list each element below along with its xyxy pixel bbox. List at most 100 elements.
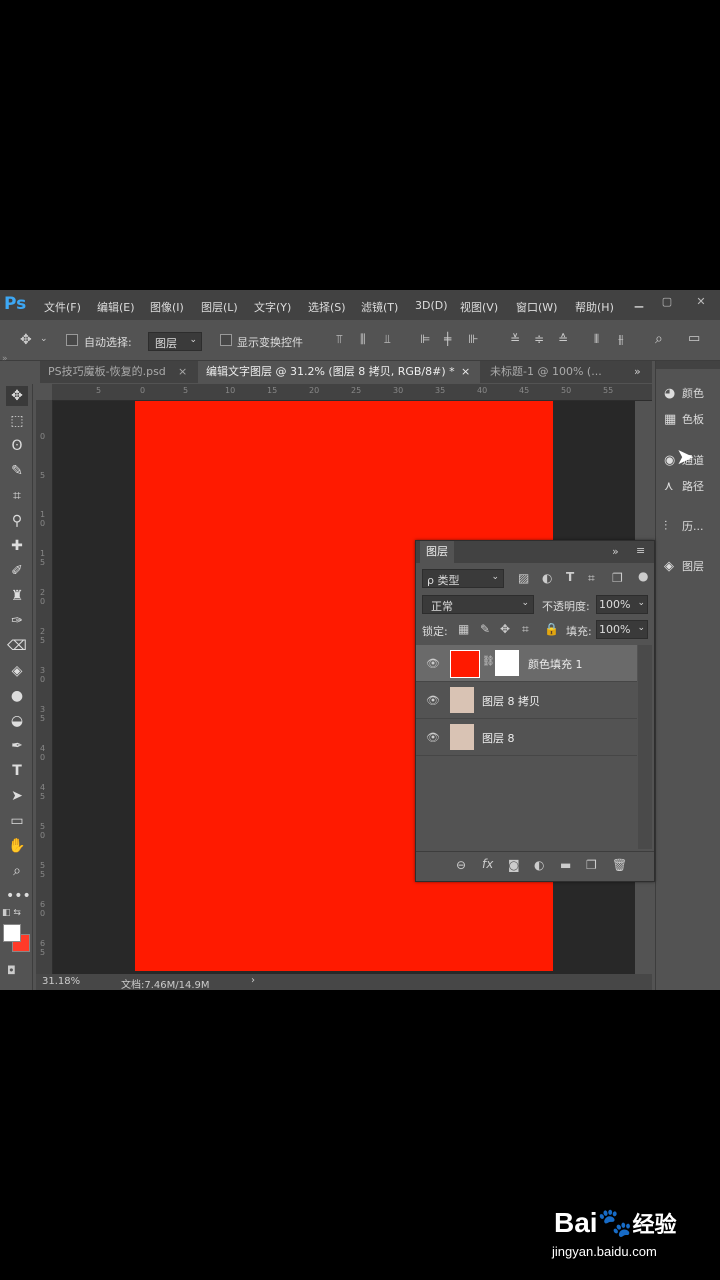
menu-view[interactable]: 视图(V) xyxy=(460,299,498,315)
align-vcenter-icon[interactable]: ⫼ xyxy=(360,332,366,347)
move-tool-icon[interactable]: ✥ xyxy=(6,386,28,406)
distribute-top-icon[interactable]: ≚ xyxy=(510,332,520,346)
link-layers-icon[interactable]: ⊖ xyxy=(456,858,466,872)
filter-shape-icon[interactable]: ⌗ xyxy=(588,571,595,586)
lasso-tool-icon[interactable]: ʘ xyxy=(6,436,28,456)
dodge-tool-icon[interactable]: ◒ xyxy=(6,711,28,731)
layer-mask-thumbnail[interactable] xyxy=(495,650,519,676)
eyedropper-tool-icon[interactable]: ⚲ xyxy=(6,511,28,531)
quick-select-tool-icon[interactable]: ✎ xyxy=(6,461,28,481)
default-colors-icon[interactable]: ◧ ⇆ xyxy=(2,908,21,918)
fill-field[interactable]: 100% ⌄ xyxy=(596,620,648,639)
path-select-tool-icon[interactable]: ➤ xyxy=(6,786,28,806)
dock-item-paths[interactable]: ⋏ 路径 xyxy=(664,478,704,494)
hand-tool-icon[interactable]: ✋ xyxy=(6,836,28,856)
layers-tab[interactable]: 图层 xyxy=(420,541,454,563)
layer-filter-dropdown[interactable]: ρ 类型 ⌄ xyxy=(422,569,504,588)
pen-tool-icon[interactable]: ✒ xyxy=(6,736,28,756)
menu-help[interactable]: 帮助(H) xyxy=(575,299,614,315)
search-icon[interactable]: ⌕ xyxy=(655,331,663,347)
show-transform-checkbox[interactable] xyxy=(220,334,232,346)
lock-all-icon[interactable]: 🔒 xyxy=(544,622,559,636)
more-tools-icon[interactable]: ••• xyxy=(6,886,31,906)
blur-tool-icon[interactable]: ● xyxy=(6,686,28,706)
layer-name[interactable]: 颜色填充 1 xyxy=(528,656,583,672)
menu-type[interactable]: 文字(Y) xyxy=(254,299,291,315)
layer-row-layer8-copy[interactable]: 👁 图层 8 拷贝 xyxy=(416,682,637,719)
menu-layer[interactable]: 图层(L) xyxy=(201,299,238,315)
color-fill-thumbnail[interactable] xyxy=(450,650,480,678)
distribute-left-icon[interactable]: ⫴ xyxy=(594,332,599,347)
lock-position-icon[interactable]: ✥ xyxy=(500,622,510,636)
stamp-tool-icon[interactable]: ♜ xyxy=(6,586,28,606)
new-layer-icon[interactable]: ❐ xyxy=(586,858,597,872)
align-top-icon[interactable]: ⫪ xyxy=(336,332,343,347)
marquee-tool-icon[interactable]: ⬚ xyxy=(6,411,28,431)
status-menu-arrow[interactable]: › xyxy=(251,975,255,986)
auto-select-dropdown[interactable]: 图层 ⌄ xyxy=(148,332,202,351)
tab-edit-text-layer[interactable]: 编辑文字图层 @ 31.2% (图层 8 拷贝, RGB/8#) * × xyxy=(198,361,480,383)
link-icon[interactable]: ⛓ xyxy=(482,656,495,667)
dock-item-history[interactable]: ⫶ 历... xyxy=(664,518,704,534)
lock-transparency-icon[interactable]: ▦ xyxy=(458,622,469,636)
zoom-tool-icon[interactable]: ⌕ xyxy=(6,861,28,881)
close-icon[interactable]: ✕ xyxy=(694,295,708,308)
lock-pixels-icon[interactable]: ✎ xyxy=(480,622,490,636)
tab-overflow-icon[interactable]: » xyxy=(634,361,641,383)
minimize-icon[interactable]: ▁ xyxy=(632,295,646,308)
layers-scrollbar[interactable] xyxy=(638,645,652,849)
eraser-tool-icon[interactable]: ⌫ xyxy=(6,636,28,656)
zoom-level[interactable]: 31.18% xyxy=(42,976,80,987)
menu-3d[interactable]: 3D(D) xyxy=(415,299,448,312)
dock-item-color[interactable]: ◕ 颜色 xyxy=(664,385,704,401)
layer-name[interactable]: 图层 8 拷贝 xyxy=(482,693,540,709)
menu-file[interactable]: 文件(F) xyxy=(44,299,81,315)
move-tool-icon[interactable]: ✥ xyxy=(20,332,32,348)
collapse-icon[interactable]: » xyxy=(612,545,619,558)
chevron-down-icon[interactable]: ⌄ xyxy=(40,334,48,344)
type-tool-icon[interactable]: T xyxy=(6,761,28,781)
distribute-bottom-icon[interactable]: ≙ xyxy=(558,332,568,346)
distribute-right-icon[interactable]: ⫵ xyxy=(618,332,624,347)
paint-bucket-tool-icon[interactable]: ◈ xyxy=(6,661,28,681)
align-bottom-icon[interactable]: ⫫ xyxy=(384,332,391,347)
filter-toggle-icon[interactable]: ● xyxy=(638,569,648,583)
tab-close-icon[interactable]: × xyxy=(178,361,187,383)
tab-untitled[interactable]: 未标题-1 @ 100% (... xyxy=(484,361,624,383)
menu-filter[interactable]: 滤镜(T) xyxy=(361,299,398,315)
blend-mode-dropdown[interactable]: 正常 ⌄ xyxy=(422,595,534,614)
tab-close-icon[interactable]: × xyxy=(461,361,470,383)
layer-thumbnail[interactable] xyxy=(450,687,474,713)
workspace-icon[interactable]: ▭ xyxy=(688,331,700,346)
brush-tool-icon[interactable]: ✐ xyxy=(6,561,28,581)
panel-menu-icon[interactable]: ≡ xyxy=(636,544,645,557)
layer-row-layer8[interactable]: 👁 图层 8 xyxy=(416,719,637,756)
filter-adjustment-icon[interactable]: ◐ xyxy=(542,571,552,585)
trash-icon[interactable]: 🗑 xyxy=(612,858,627,872)
align-right-icon[interactable]: ⊪ xyxy=(468,332,478,346)
adjustment-layer-icon[interactable]: ◐ xyxy=(534,858,544,872)
menu-image[interactable]: 图像(I) xyxy=(150,299,184,315)
layer-thumbnail[interactable] xyxy=(450,724,474,750)
tab-psd[interactable]: PS技巧魔板-恢复的.psd × xyxy=(40,361,195,383)
history-brush-tool-icon[interactable]: ✑ xyxy=(6,611,28,631)
crop-tool-icon[interactable]: ⌗ xyxy=(6,486,28,506)
maximize-icon[interactable]: ▢ xyxy=(660,295,674,308)
menu-window[interactable]: 窗口(W) xyxy=(516,299,557,315)
eye-icon[interactable]: 👁 xyxy=(426,694,440,707)
filter-smart-object-icon[interactable]: ❐ xyxy=(612,571,623,585)
menu-edit[interactable]: 编辑(E) xyxy=(97,299,135,315)
filter-type-icon[interactable]: T xyxy=(566,570,574,584)
layer-name[interactable]: 图层 8 xyxy=(482,730,515,746)
eye-icon[interactable]: 👁 xyxy=(426,731,440,744)
menu-select[interactable]: 选择(S) xyxy=(308,299,346,315)
fx-icon[interactable]: fx xyxy=(482,857,493,871)
filter-pixel-icon[interactable]: ▨ xyxy=(518,571,529,585)
rectangle-tool-icon[interactable]: ▭ xyxy=(6,811,28,831)
opacity-field[interactable]: 100% ⌄ xyxy=(596,595,648,614)
eye-icon[interactable]: 👁 xyxy=(426,657,440,670)
quick-mask-icon[interactable]: ◘ xyxy=(7,964,16,977)
collapse-toolbar-icon[interactable]: » xyxy=(2,354,8,364)
foreground-color-swatch[interactable] xyxy=(3,924,21,942)
dock-item-layers[interactable]: ◈ 图层 xyxy=(664,558,704,574)
